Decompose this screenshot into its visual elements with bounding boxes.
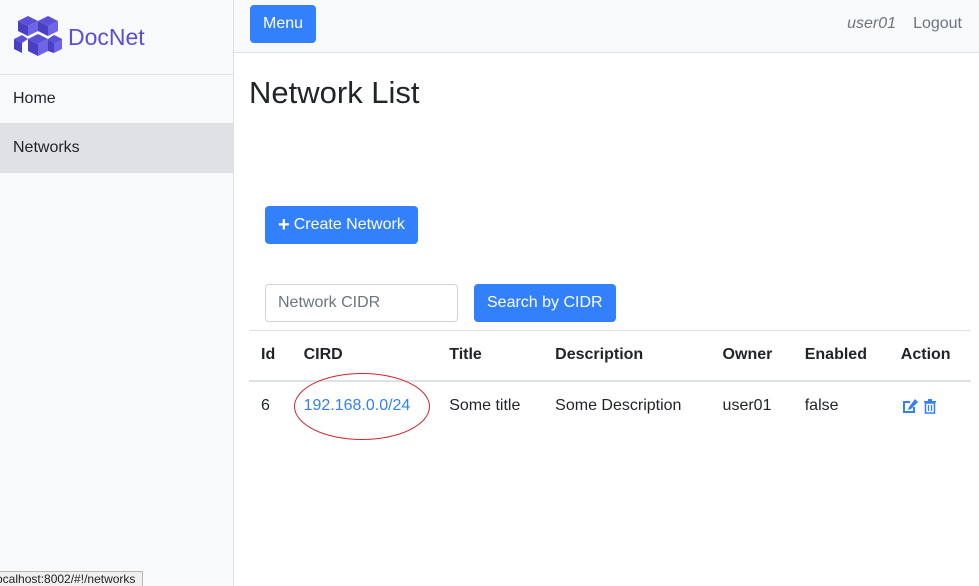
cell-owner: user01 (722, 397, 772, 414)
search-by-cidr-button[interactable]: Search by CIDR (474, 284, 616, 322)
cell-description: Some Description (555, 397, 682, 414)
topbar: Menu user01 Logout (234, 0, 979, 53)
sidebar: DocNet Home Networks (0, 0, 234, 586)
cell-id: 6 (261, 397, 270, 414)
cell-enabled: false (804, 397, 839, 414)
header-owner: Owner (710, 330, 793, 382)
edit-icon[interactable] (901, 398, 919, 414)
plus-icon: + (278, 214, 290, 236)
cell-action (889, 381, 971, 431)
header-action: Action (888, 330, 971, 382)
cell-title: Some title (449, 397, 521, 414)
header-id: Id (249, 330, 292, 382)
menu-button[interactable]: Menu (250, 5, 317, 43)
sidebar-item-networks[interactable]: Networks (0, 124, 233, 173)
annotation-ellipse (294, 373, 430, 440)
header-enabled: Enabled (792, 330, 889, 382)
logout-link[interactable]: Logout (913, 15, 962, 33)
create-network-label: Create Network (293, 216, 405, 233)
page-title: Network List (249, 75, 420, 110)
cidr-search-input[interactable] (265, 284, 458, 322)
sidebar-item-home[interactable]: Home (0, 75, 233, 124)
cubes-logo-icon (14, 16, 62, 56)
status-url: ocalhost:8002/#!/networks (0, 572, 136, 586)
header-title: Title (437, 330, 544, 382)
create-network-button[interactable]: + Create Network (265, 206, 418, 244)
brand[interactable]: DocNet (0, 0, 233, 75)
trash-icon[interactable] (923, 398, 937, 414)
browser-status-bar: ocalhost:8002/#!/networks (0, 571, 144, 586)
brand-name: DocNet (68, 23, 145, 50)
current-user: user01 (847, 15, 896, 32)
header-description: Description (543, 330, 711, 382)
